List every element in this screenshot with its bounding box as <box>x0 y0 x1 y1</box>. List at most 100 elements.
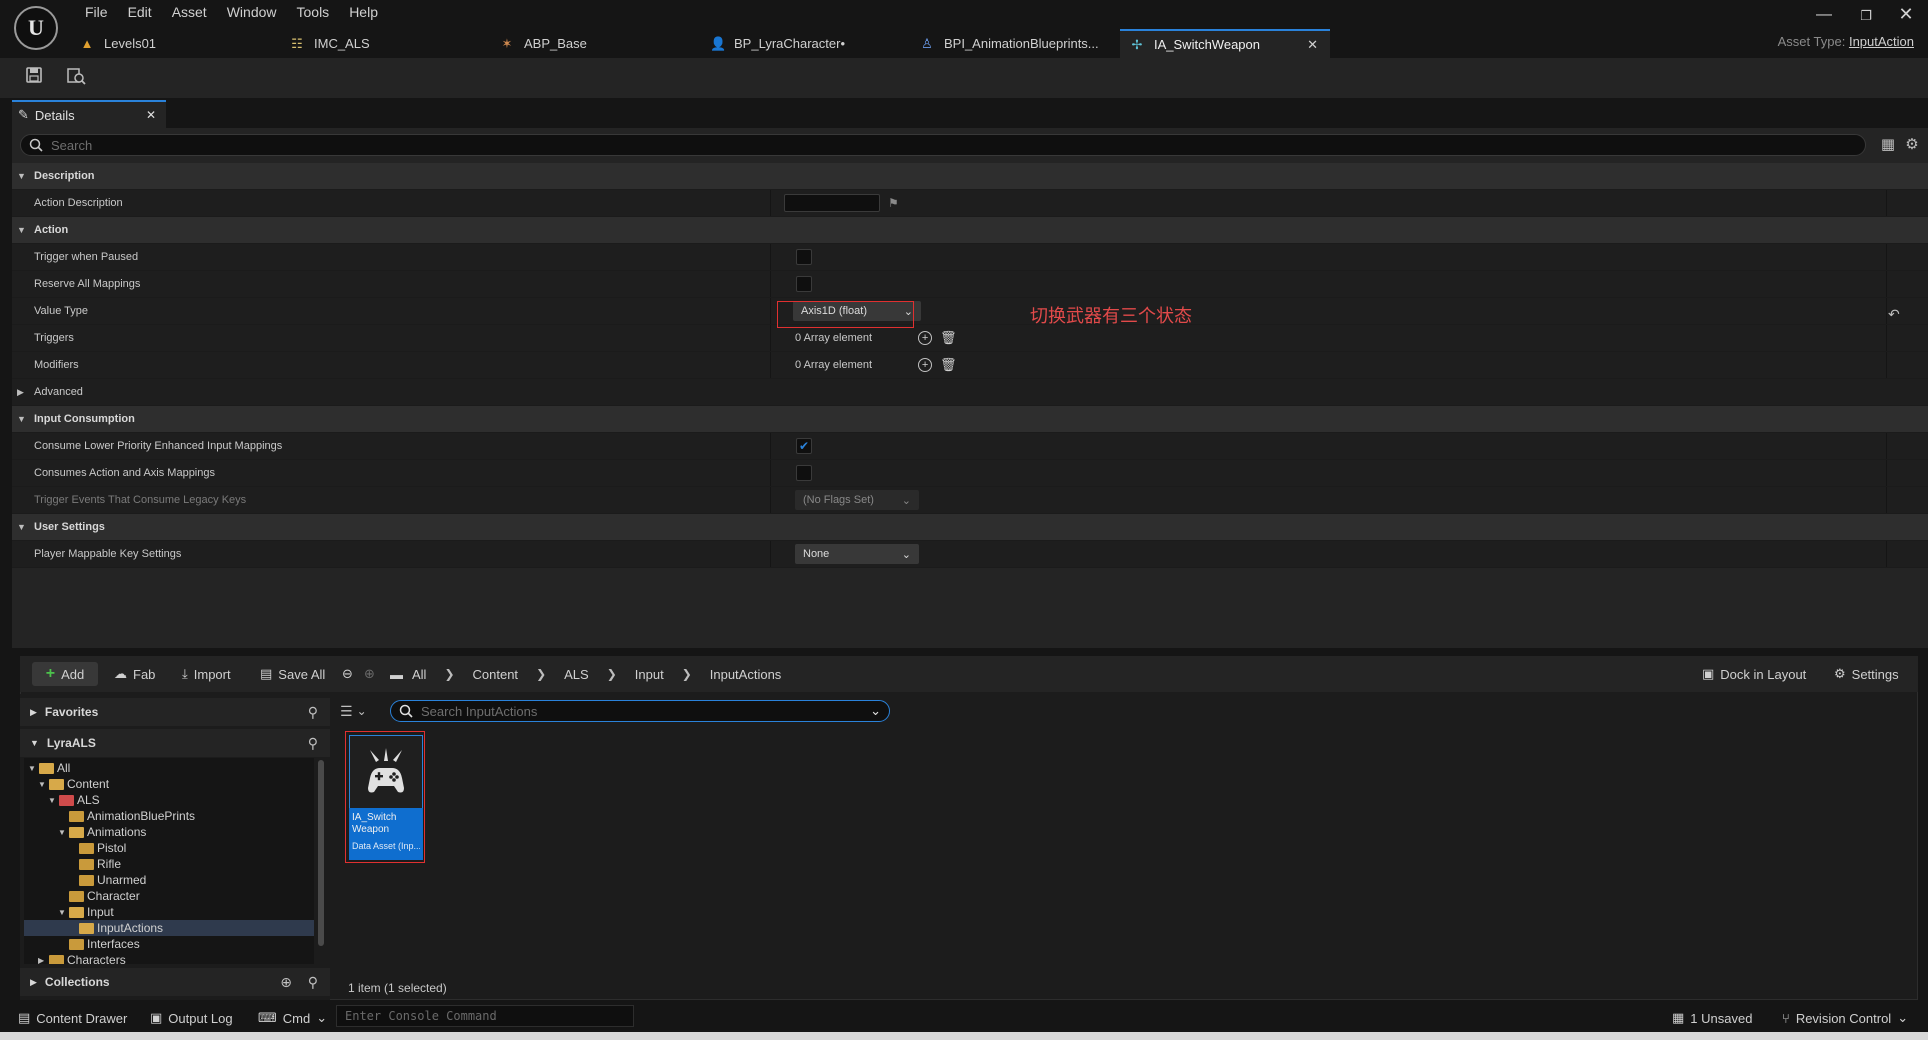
tab-imc-als[interactable]: ☷ IMC_ALS <box>280 29 490 58</box>
breadcrumb-item[interactable]: InputActions <box>710 667 782 682</box>
action-description-input[interactable] <box>784 194 880 212</box>
menu-asset[interactable]: Asset <box>162 3 217 21</box>
unsaved-button[interactable]: ▦ 1 Unsaved <box>1672 1008 1752 1028</box>
tree-item-animations[interactable]: ▼ Animations <box>58 824 146 840</box>
menu-help[interactable]: Help <box>339 3 388 21</box>
history-forward-icon[interactable]: ⊕ <box>358 662 381 686</box>
tree-item-all[interactable]: ▼ All <box>28 760 70 776</box>
close-details-icon[interactable]: ✕ <box>146 108 156 122</box>
trigger-when-paused-checkbox[interactable] <box>796 249 812 265</box>
search-icon[interactable]: ⚲ <box>308 735 318 752</box>
menu-file[interactable]: File <box>75 3 118 21</box>
section-user-settings[interactable]: ▼ User Settings <box>12 514 1928 541</box>
tab-ia-switchweapon[interactable]: ✢ IA_SwitchWeapon ✕ <box>1120 29 1330 58</box>
breadcrumb-item[interactable]: All <box>412 667 426 682</box>
chevron-down-icon[interactable]: ⌄ <box>357 704 367 718</box>
favorites-header[interactable]: ▶ Favorites ⚲ <box>20 698 330 726</box>
trash-icon[interactable]: 🗑 <box>940 357 957 373</box>
save-all-button[interactable]: ▤ Save All <box>254 662 331 686</box>
close-tab-icon[interactable]: ✕ <box>1307 37 1318 53</box>
tab-bp-lyracharacter[interactable]: 👤 BP_LyraCharacter• <box>700 29 910 58</box>
tree-item-characters[interactable]: ▶ Characters <box>38 952 126 964</box>
details-search-input[interactable]: Search <box>20 134 1866 156</box>
table-view-icon[interactable]: ▦ <box>1878 135 1898 155</box>
tab-levels01[interactable]: ▲ Levels01 <box>70 29 280 58</box>
tab-bpi-animationblueprints[interactable]: ♙ BPI_AnimationBlueprints... <box>910 29 1120 58</box>
property-label: Trigger when Paused <box>34 251 139 263</box>
breadcrumb-item[interactable]: Input <box>635 667 664 682</box>
search-icon[interactable]: ⚲ <box>308 974 318 991</box>
tree-item-inputactions[interactable]: InputActions <box>24 920 314 936</box>
gamepad-icon <box>349 735 423 808</box>
asset-search-input[interactable]: Search InputActions ⌄ <box>390 700 890 722</box>
section-input-consumption[interactable]: ▼ Input Consumption <box>12 406 1928 433</box>
collections-header[interactable]: ▶ Collections ⊕ ⚲ <box>20 968 330 996</box>
add-element-icon[interactable]: + <box>918 331 933 345</box>
add-collection-icon[interactable]: ⊕ <box>280 974 292 991</box>
import-button[interactable]: ⤓ Import <box>176 662 237 686</box>
save-icon[interactable] <box>22 66 46 90</box>
asset-type-link[interactable]: InputAction <box>1849 34 1914 49</box>
minimize-icon[interactable]: — <box>1804 6 1844 28</box>
content-drawer-button[interactable]: ▤ Content Drawer <box>18 1008 127 1028</box>
asset-name: Weapon <box>352 824 390 835</box>
consume-lower-checkbox[interactable]: ✔ <box>796 438 812 454</box>
add-element-icon[interactable]: + <box>918 358 933 372</box>
filter-icon[interactable]: ☰ <box>340 703 353 720</box>
plus-icon: + <box>45 665 56 682</box>
chevron-down-icon[interactable]: ⌄ <box>870 703 881 719</box>
breadcrumb-item[interactable]: Content <box>473 667 519 682</box>
gear-icon[interactable]: ⚙ <box>1902 135 1922 155</box>
asset-tile-ia-switchweapon[interactable]: IA_Switch Weapon Data Asset (Inp... <box>345 731 425 863</box>
output-log-button[interactable]: ▣ Output Log <box>150 1008 233 1028</box>
project-header[interactable]: ▼ LyraALS ⚲ <box>20 729 330 757</box>
browse-to-asset-icon[interactable] <box>64 66 88 90</box>
section-advanced[interactable]: ▶ Advanced <box>12 379 1928 406</box>
section-description[interactable]: ▼ Description <box>12 163 1928 190</box>
search-icon[interactable]: ⚲ <box>308 704 318 721</box>
tab-label: Levels01 <box>104 36 157 51</box>
close-window-icon[interactable]: ✕ <box>1886 4 1926 26</box>
cmd-dropdown[interactable]: ⌨ Cmd ⌄ <box>258 1008 327 1028</box>
console-input[interactable]: Enter Console Command <box>336 1005 634 1027</box>
add-button[interactable]: + Add <box>32 662 98 686</box>
pencil-icon: ✎ <box>18 107 29 122</box>
chevron-right-icon: ❯ <box>606 667 617 681</box>
section-action[interactable]: ▼ Action <box>12 217 1928 244</box>
tree-item-character[interactable]: Character <box>58 888 140 904</box>
reset-to-default-icon[interactable]: ↶ <box>1888 306 1900 323</box>
restore-icon[interactable]: ❐ <box>1846 8 1886 30</box>
tree-item-pistol[interactable]: Pistol <box>68 840 126 856</box>
dock-in-layout-button[interactable]: ▣ Dock in Layout <box>1696 662 1812 686</box>
tree-item-interfaces[interactable]: Interfaces <box>58 936 140 952</box>
fab-button[interactable]: ☁ Fab <box>108 662 161 686</box>
tree-item-input[interactable]: ▼ Input <box>58 904 114 920</box>
details-tab[interactable]: ✎ Details ✕ <box>12 100 166 128</box>
tab-abp-base[interactable]: ✶ ABP_Base <box>490 29 700 58</box>
menu-edit[interactable]: Edit <box>118 3 162 21</box>
tree-item-als[interactable]: ▼ ALS <box>48 792 100 808</box>
reserve-all-mappings-checkbox[interactable] <box>796 276 812 292</box>
fab-label: Fab <box>133 666 156 682</box>
consumes-action-axis-checkbox[interactable] <box>796 465 812 481</box>
localization-flag-icon[interactable]: ⚑ <box>888 196 899 210</box>
trash-icon[interactable]: 🗑 <box>940 330 957 346</box>
menu-window[interactable]: Window <box>217 3 287 21</box>
document-tabs: ▲ Levels01 ☷ IMC_ALS ✶ ABP_Base 👤 BP_Lyr… <box>70 29 1330 58</box>
row-player-mappable: Player Mappable Key Settings None ⌄ <box>12 541 1928 568</box>
input-action-icon: ✢ <box>1131 36 1143 52</box>
revision-control-button[interactable]: ⑂ Revision Control ⌄ <box>1782 1008 1908 1028</box>
tree-scrollbar[interactable] <box>318 760 324 946</box>
history-back-icon[interactable]: ⊖ <box>336 662 359 686</box>
tree-item-unarmed[interactable]: Unarmed <box>68 872 146 888</box>
tree-item-rifle[interactable]: Rifle <box>68 856 121 872</box>
tree-item-content[interactable]: ▼ Content <box>38 776 109 792</box>
breadcrumb-item[interactable]: ALS <box>564 667 589 682</box>
settings-button[interactable]: ⚙ Settings <box>1828 662 1905 686</box>
unreal-logo-icon[interactable]: U <box>14 6 58 50</box>
asset-type-caption: Asset Type: <box>1777 34 1846 49</box>
tree-item-animationblueprints[interactable]: AnimationBluePrints <box>58 808 195 824</box>
menu-tools[interactable]: Tools <box>287 3 340 21</box>
tab-label: ABP_Base <box>524 36 587 51</box>
player-mappable-dropdown[interactable]: None ⌄ <box>795 544 919 564</box>
